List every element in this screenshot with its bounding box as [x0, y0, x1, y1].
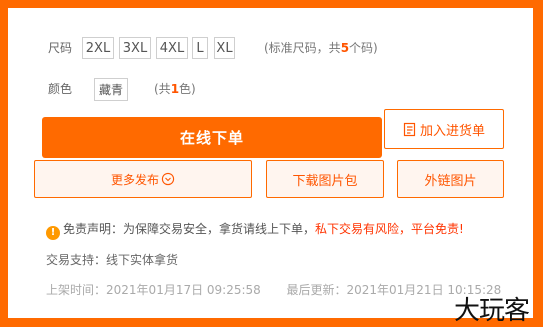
- updated-time-label: 最后更新：: [286, 283, 347, 297]
- size-count: 5: [340, 41, 350, 55]
- size-note-prefix: (标准尺码，共: [264, 41, 341, 55]
- listed-time-value: 2021年01月17日 09:25:58: [106, 283, 261, 297]
- disclaimer: ! 免责声明：为保障交易安全，拿货请线上下单，私下交易有风险，平台免责!: [46, 219, 464, 240]
- add-to-stock-list-label: 加入进货单: [419, 123, 485, 139]
- disclaimer-text: 为保障交易安全，拿货请线上下单，: [123, 222, 316, 236]
- size-option-4xl[interactable]: 4XL: [156, 37, 188, 59]
- product-panel: 尺码 2XL 3XL 4XL L XL (标准尺码，共5个码) 颜色 藏青 (共…: [8, 8, 533, 326]
- disclaimer-title: 免责声明：: [63, 222, 124, 236]
- size-option-2xl[interactable]: 2XL: [82, 37, 114, 59]
- color-option-navy[interactable]: 藏青: [94, 78, 128, 101]
- chevron-down-circle-icon: [161, 172, 175, 186]
- size-option-l[interactable]: L: [192, 37, 208, 59]
- trade-support: 交易支持：线下实体拿货: [46, 251, 178, 268]
- download-images-button[interactable]: 下载图片包: [266, 160, 384, 198]
- size-count-note: (标准尺码，共5个码): [264, 37, 378, 59]
- trade-support-label: 交易支持：: [46, 253, 107, 267]
- color-count: 1: [170, 82, 180, 96]
- list-icon: [403, 122, 416, 136]
- disclaimer-warning: 私下交易有风险，平台免责!: [315, 222, 464, 236]
- order-now-button[interactable]: 在线下单: [42, 117, 382, 158]
- size-label: 尺码: [48, 41, 73, 55]
- color-count-note: (共1色): [154, 78, 196, 100]
- trade-support-value: 线下实体拿货: [106, 253, 179, 267]
- more-publish-button[interactable]: 更多发布: [34, 160, 252, 198]
- warning-icon: !: [46, 226, 60, 240]
- more-publish-label: 更多发布: [110, 172, 159, 187]
- size-option-3xl[interactable]: 3XL: [119, 37, 151, 59]
- timestamps: 上架时间：2021年01月17日 09:25:58 最后更新：2021年01月2…: [46, 281, 501, 298]
- color-label: 颜色: [48, 82, 73, 96]
- external-images-button[interactable]: 外链图片: [397, 160, 504, 198]
- listed-time-label: 上架时间：: [46, 283, 107, 297]
- color-note-suffix: 色): [179, 82, 196, 96]
- add-to-stock-list-button[interactable]: 加入进货单: [384, 109, 504, 149]
- watermark-logo: 大玩客: [453, 296, 530, 326]
- size-note-suffix: 个码): [349, 41, 378, 55]
- color-note-prefix: (共: [154, 82, 171, 96]
- size-option-xl[interactable]: XL: [214, 37, 235, 59]
